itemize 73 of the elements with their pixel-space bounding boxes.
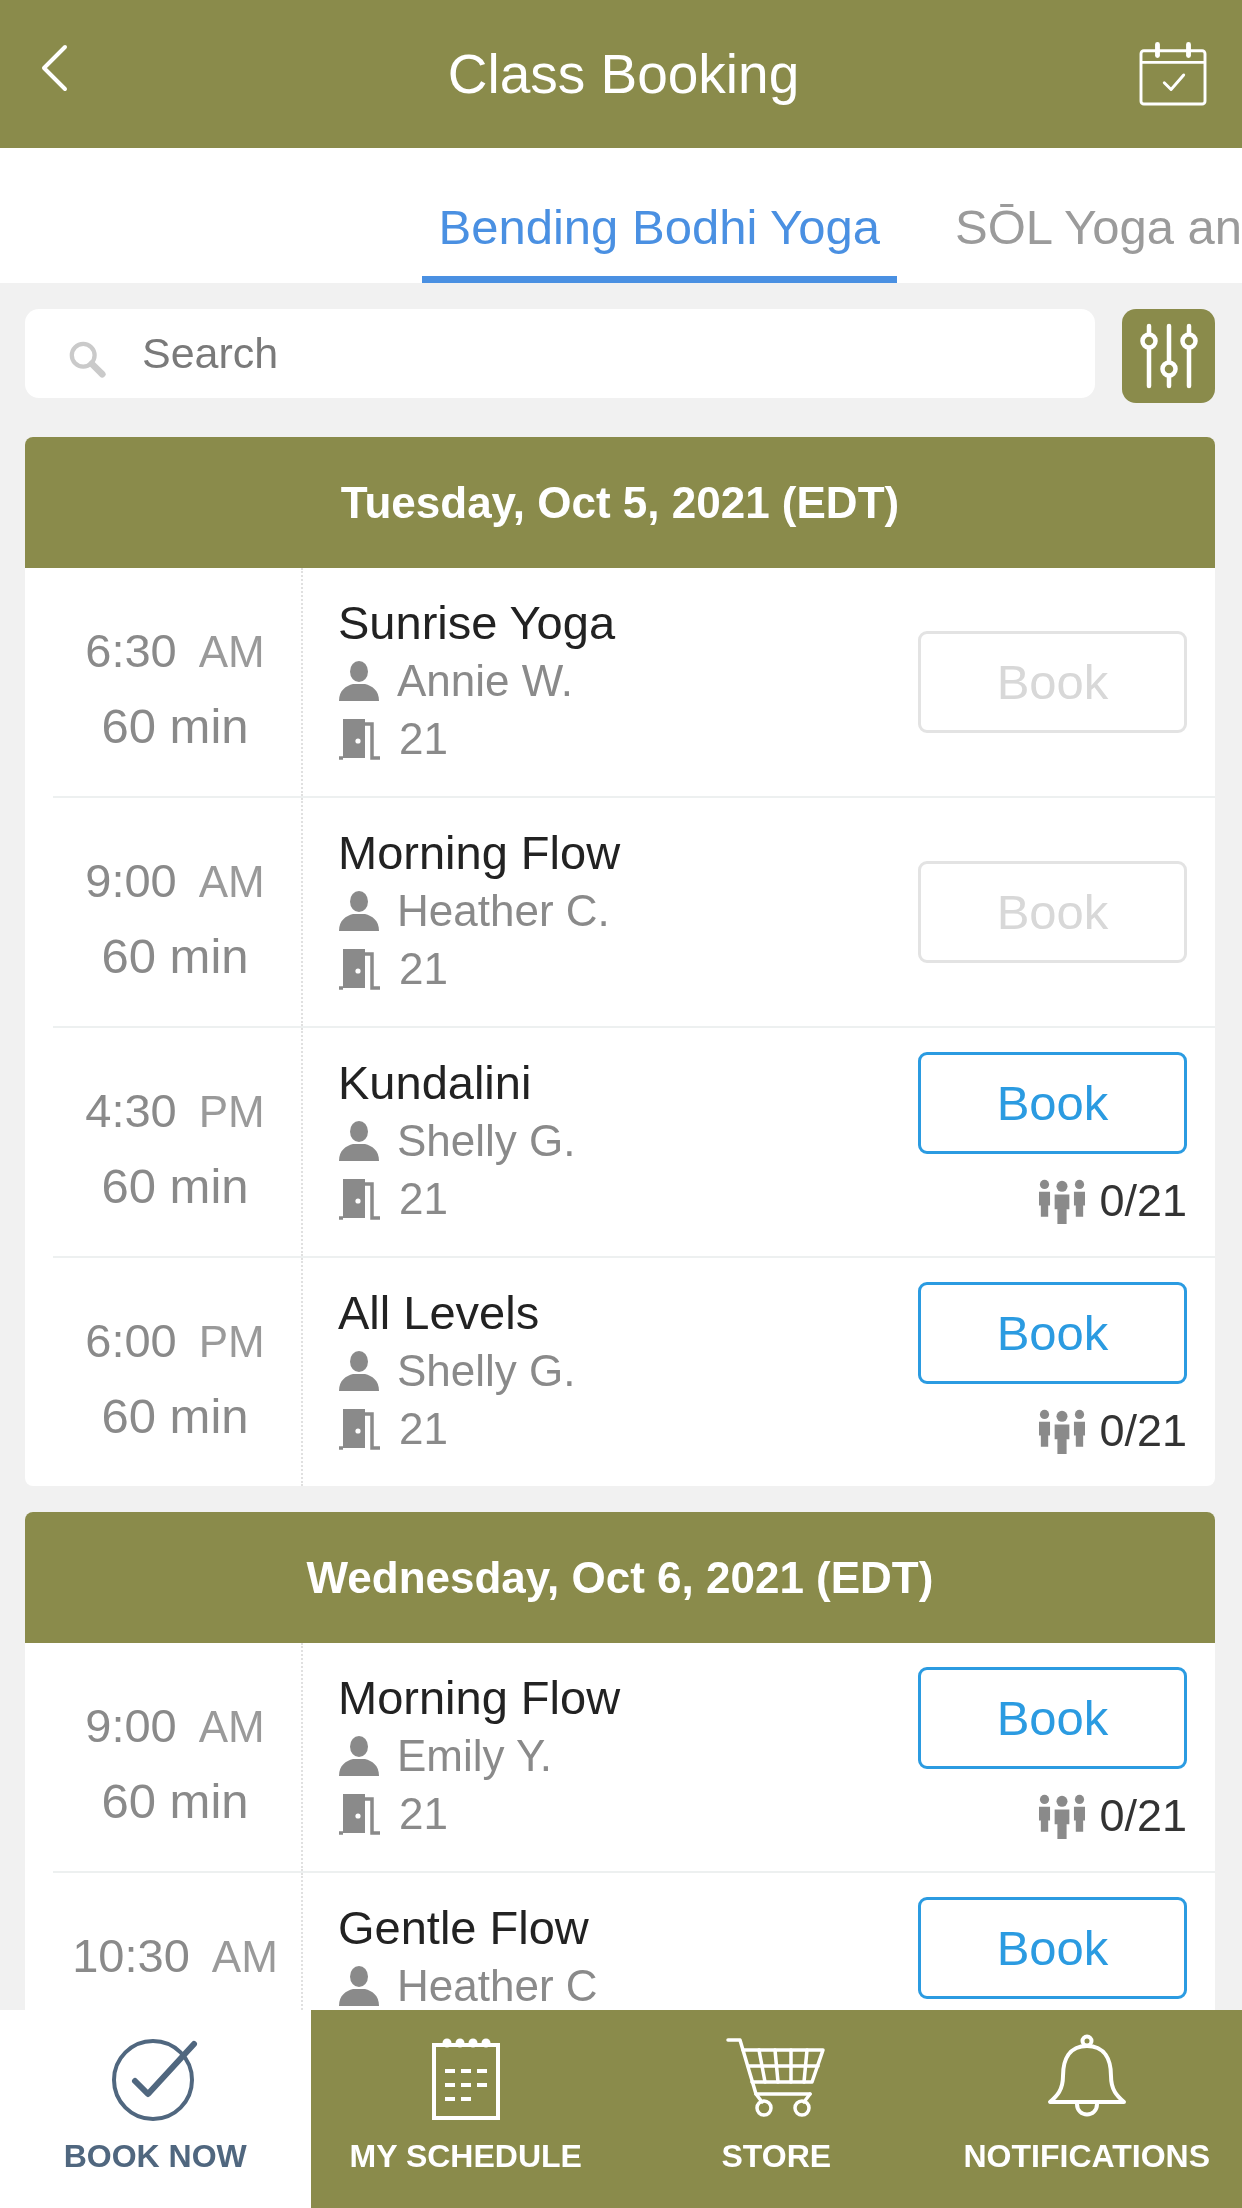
class-name: Morning Flow xyxy=(338,825,621,881)
room-number: 21 xyxy=(399,714,448,764)
class-duration: 60 min xyxy=(101,1773,249,1830)
back-button[interactable] xyxy=(40,44,68,92)
filter-button[interactable] xyxy=(1122,309,1215,403)
door-icon xyxy=(338,1177,382,1221)
person-icon xyxy=(338,1351,380,1391)
door-icon xyxy=(338,947,382,991)
capacity-count: 0/21 xyxy=(1099,1791,1187,1841)
people-icon xyxy=(1037,1408,1088,1454)
calendar-button[interactable] xyxy=(1139,42,1207,106)
class-name: Sunrise Yoga xyxy=(338,595,616,651)
book-button[interactable]: Book xyxy=(918,1282,1187,1384)
start-time: 6:30 xyxy=(85,623,177,679)
people-icon xyxy=(1037,1178,1088,1224)
book-button[interactable]: Book xyxy=(918,1052,1187,1154)
class-name: Kundalini xyxy=(338,1055,532,1111)
capacity-count: 0/21 xyxy=(1099,1406,1187,1456)
room-number: 21 xyxy=(399,1174,448,1224)
class-duration: 60 min xyxy=(101,928,249,985)
book-button[interactable]: Book xyxy=(918,1897,1187,1999)
nav-tab[interactable]: MY SCHEDULE xyxy=(310,2010,621,2208)
instructor-name: Shelly G. xyxy=(397,1116,576,1166)
start-time: 9:00 xyxy=(85,853,177,909)
people-icon xyxy=(1037,1793,1088,1839)
capacity-count: 0/21 xyxy=(1099,1176,1187,1226)
room-number: 21 xyxy=(399,1789,448,1839)
class-duration: 60 min xyxy=(101,698,249,755)
class-duration: 60 min xyxy=(101,1388,249,1445)
door-icon xyxy=(338,717,382,761)
nav-tab[interactable]: NOTIFICATIONS xyxy=(931,2010,1242,2208)
start-time: 6:00 xyxy=(85,1313,177,1369)
date-header: Tuesday, Oct 5, 2021 (EDT) xyxy=(25,437,1215,568)
person-icon xyxy=(338,1966,380,2006)
class-duration: 60 min xyxy=(101,1158,249,1215)
person-icon xyxy=(338,661,380,701)
start-time: 4:30 xyxy=(85,1083,177,1139)
door-icon xyxy=(338,1792,382,1836)
book-button[interactable]: Book xyxy=(918,1667,1187,1769)
nav-tab[interactable]: STORE xyxy=(621,2010,932,2208)
instructor-name: Heather C xyxy=(397,1961,598,2010)
start-time: 10:30 xyxy=(72,1928,190,1984)
chevron-left-icon xyxy=(40,44,68,92)
person-icon xyxy=(338,891,380,931)
instructor-name: Shelly G. xyxy=(397,1346,576,1396)
room-number: 21 xyxy=(399,1404,448,1454)
am-pm-label: AM xyxy=(198,626,265,678)
am-pm-label: AM xyxy=(198,856,265,908)
sliders-icon xyxy=(1138,323,1199,389)
instructor-name: Emily Y. xyxy=(397,1731,552,1781)
instructor-name: Heather C. xyxy=(397,886,610,936)
instructor-name: Annie W. xyxy=(397,656,574,706)
calendar-check-icon xyxy=(1139,42,1207,106)
room-number: 21 xyxy=(399,944,448,994)
nav-tab[interactable]: BOOK NOW xyxy=(0,2010,311,2208)
am-pm-label: AM xyxy=(211,1931,278,1983)
person-icon xyxy=(338,1121,380,1161)
date-header: Wednesday, Oct 6, 2021 (EDT) xyxy=(25,1512,1215,1643)
search-icon xyxy=(68,340,106,378)
tab[interactable]: Bending Bodhi Yoga xyxy=(421,199,897,283)
am-pm-label: AM xyxy=(198,1701,265,1753)
start-time: 9:00 xyxy=(85,1698,177,1754)
am-pm-label: PM xyxy=(198,1086,265,1138)
cart-icon xyxy=(726,2036,827,2120)
class-name: Morning Flow xyxy=(338,1670,621,1726)
class-name: All Levels xyxy=(338,1285,540,1341)
am-pm-label: PM xyxy=(198,1316,265,1368)
door-icon xyxy=(338,1407,382,1451)
tab[interactable]: SŌL Yoga an xyxy=(938,199,1242,283)
page-title: Class Booking xyxy=(447,42,800,106)
class-name: Gentle Flow xyxy=(338,1900,589,1956)
search-field[interactable]: Search xyxy=(25,309,1095,398)
person-icon xyxy=(338,1736,380,1776)
